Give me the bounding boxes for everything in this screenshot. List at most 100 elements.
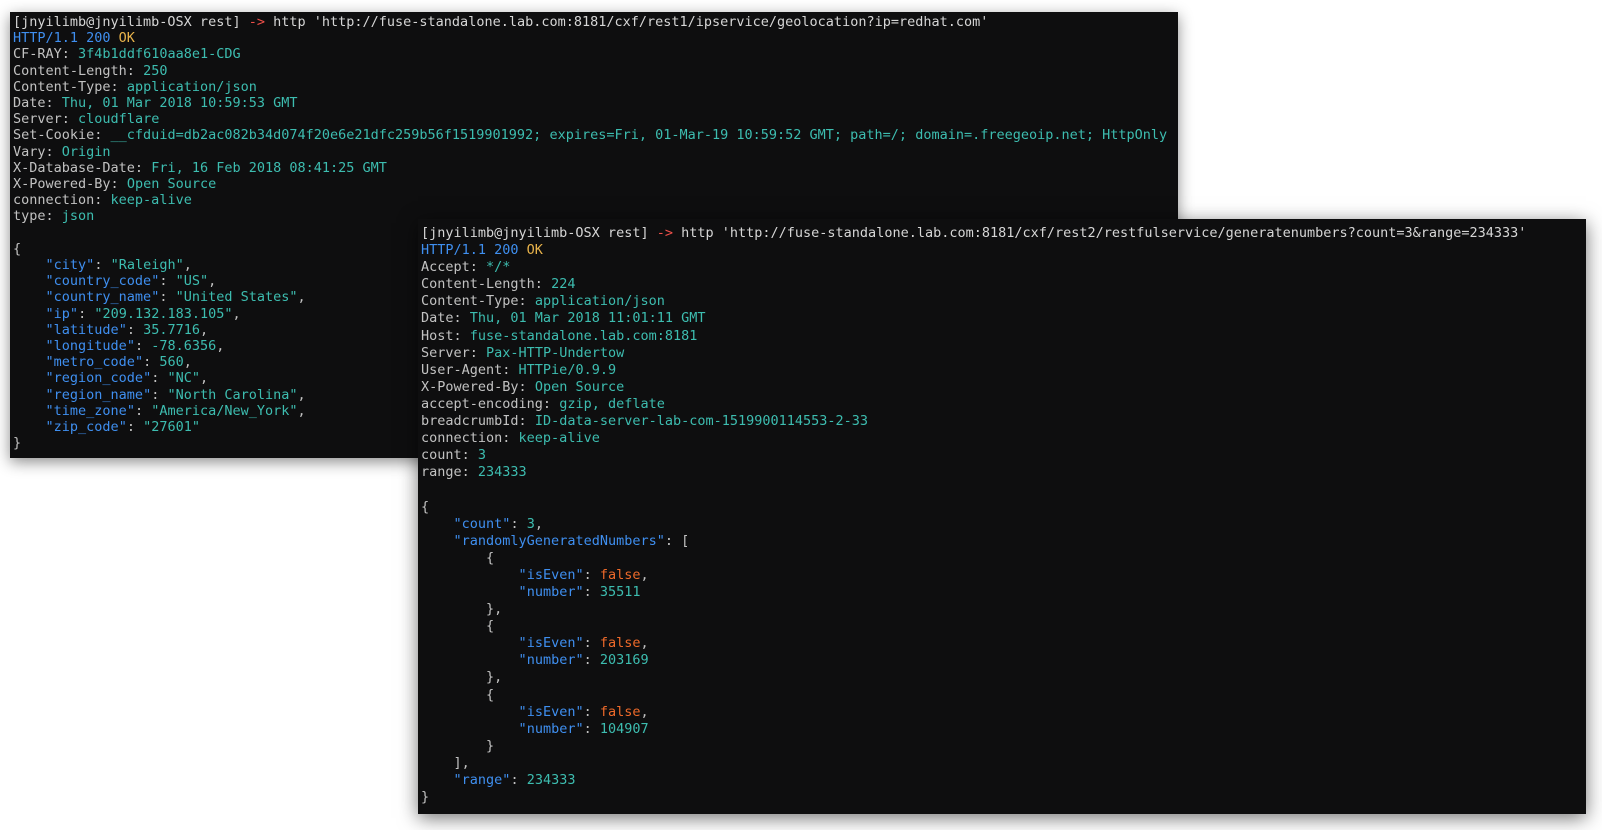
header-name: Content-Length [421, 276, 535, 293]
terminal-window-generatenumbers[interactable]: [jnyilimb@jnyilimb-OSX rest] -> http 'ht… [418, 219, 1586, 814]
shell-prompt: [jnyilimb@jnyilimb-OSX rest] [421, 225, 649, 241]
json-value: 203169 [599, 652, 649, 669]
header-value: ID-data-server-lab-com-1519900114553-2-3… [534, 413, 869, 430]
header-name: Set-Cookie [13, 127, 95, 144]
header-value: 234333 [477, 464, 527, 481]
header-value: 250 [143, 62, 168, 79]
header-name: Server [421, 344, 470, 361]
header-name: connection [13, 192, 95, 209]
terminal-output: [jnyilimb@jnyilimb-OSX rest] -> http 'ht… [421, 225, 1586, 806]
header-name: Server [13, 111, 62, 128]
header-name: accept-encoding [421, 395, 543, 412]
header-line: Vary: Origin [13, 143, 111, 160]
command-line: [jnyilimb@jnyilimb-OSX rest] -> http 'ht… [13, 14, 1178, 30]
header-line: breadcrumbId: ID-data-server-lab-com-151… [421, 413, 869, 430]
header-line: Server: Pax-HTTP-Undertow [421, 344, 625, 361]
header-line: Date: Thu, 01 Mar 2018 10:59:53 GMT [13, 95, 298, 112]
header-name: Content-Type [421, 293, 519, 310]
json-key: "region_name" [45, 386, 152, 403]
json-value: 35.7716 [143, 321, 200, 338]
header-value: gzip, deflate [559, 395, 665, 412]
command-line: [jnyilimb@jnyilimb-OSX rest] -> http 'ht… [421, 225, 1586, 242]
prompt-arrow: -> [656, 225, 673, 241]
header-line: X-Powered-By: Open Source [421, 378, 625, 395]
header-value: keep-alive [110, 192, 192, 209]
json-key: "number" [518, 720, 584, 737]
header-line: Accept: */* [421, 259, 511, 276]
header-name: X-Powered-By [13, 176, 111, 193]
json-value: "Raleigh" [110, 257, 184, 274]
json-value: "North Carolina" [167, 386, 298, 403]
header-name: Content-Length [13, 62, 127, 79]
header-line: Content-Length: 224 [421, 276, 576, 293]
json-line: "isEven": false, [518, 703, 649, 720]
header-line: Content-Type: application/json [13, 78, 257, 95]
header-line: Content-Length: 250 [13, 62, 168, 79]
header-value: */* [486, 259, 511, 276]
header-line: Set-Cookie: __cfduid=db2ac082b34d074f20e… [13, 127, 1168, 144]
header-name: connection [421, 430, 503, 447]
response-headers: CF-RAY: 3f4b1ddf610aa8e1-CDG Content-Leng… [13, 46, 1178, 224]
status-line: HTTP/1.1 200 OK [421, 242, 543, 259]
json-value: "United States" [175, 289, 298, 306]
shell-prompt: [jnyilimb@jnyilimb-OSX rest] [13, 14, 241, 30]
json-key: "ip" [45, 305, 79, 322]
json-value: 35511 [599, 583, 641, 600]
json-line: "number": 35511 [518, 583, 641, 600]
header-line: User-Agent: HTTPie/0.9.9 [421, 361, 617, 378]
header-value: 3f4b1ddf610aa8e1-CDG [78, 46, 241, 63]
json-value: false [599, 703, 641, 720]
json-value: false [599, 566, 641, 583]
status-line: HTTP/1.1 200 OK [13, 30, 135, 47]
header-name: X-Powered-By [421, 378, 519, 395]
header-value: Thu, 01 Mar 2018 10:59:53 GMT [61, 95, 298, 112]
json-value: "27601" [143, 419, 200, 436]
json-key: "city" [45, 257, 95, 274]
header-value: keep-alive [518, 430, 600, 447]
header-line: count: 3 [421, 447, 487, 464]
json-line: "number": 203169 [518, 652, 649, 669]
header-name: count [421, 447, 462, 464]
json-value: "US" [175, 273, 209, 290]
json-line: "count": 3, [453, 515, 543, 532]
header-name: X-Database-Date [13, 159, 135, 176]
header-value: Origin [61, 143, 111, 160]
json-key: "country_name" [45, 289, 160, 306]
header-name: Content-Type [13, 78, 111, 95]
json-key: "longitude" [45, 338, 135, 355]
header-name: range [421, 464, 462, 481]
json-object-close: } [421, 737, 495, 754]
header-name: User-Agent [421, 361, 503, 378]
header-line: X-Powered-By: Open Source [13, 176, 217, 193]
header-value: application/json [126, 78, 257, 95]
json-line: "isEven": false, [518, 566, 649, 583]
json-value: 104907 [599, 720, 649, 737]
header-name: type [13, 208, 46, 225]
header-line: Content-Type: application/json [421, 293, 665, 310]
header-name: CF-RAY [13, 46, 62, 63]
header-value: __cfduid=db2ac082b34d074f20e6e21dfc259b5… [110, 127, 1168, 144]
header-name: Vary [13, 143, 46, 160]
header-line: CF-RAY: 3f4b1ddf610aa8e1-CDG [13, 46, 241, 63]
header-line: X-Database-Date: Fri, 16 Feb 2018 08:41:… [13, 159, 387, 176]
json-key: "isEven" [518, 566, 584, 583]
json-value: false [599, 635, 641, 652]
json-line: "range": 234333 [453, 772, 576, 788]
json-key: "time_zone" [45, 402, 135, 419]
json-key: "region_code" [45, 370, 152, 387]
json-object-open: { [421, 618, 495, 635]
json-value: "209.132.183.105" [94, 305, 233, 322]
header-value: Open Source [534, 378, 625, 395]
json-key: "metro_code" [45, 354, 144, 371]
header-name: Date [421, 310, 454, 327]
header-value: Thu, 01 Mar 2018 11:01:11 GMT [469, 310, 706, 327]
json-key: "number" [518, 652, 584, 669]
json-object-close: }, [421, 601, 503, 618]
json-object-open: { [421, 686, 495, 703]
header-line: accept-encoding: gzip, deflate [421, 395, 665, 412]
header-line: Date: Thu, 01 Mar 2018 11:01:11 GMT [421, 310, 706, 327]
json-value: "America/New_York" [151, 402, 298, 419]
json-value: -78.6356 [151, 338, 217, 355]
header-value: json [61, 208, 95, 225]
header-value: 224 [551, 276, 576, 293]
